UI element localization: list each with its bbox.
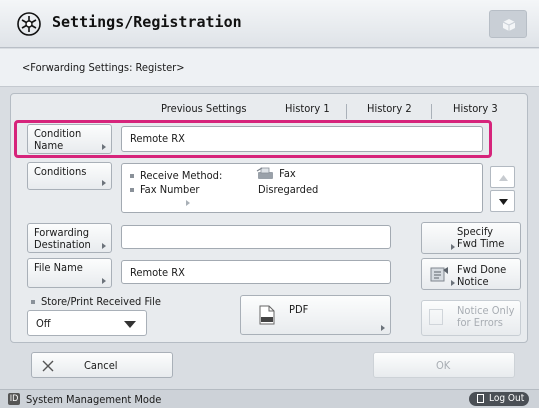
settings-registration-icon (17, 12, 41, 36)
triangle-down-icon (499, 199, 508, 205)
forwarding-destination-label-2: Destination (34, 238, 91, 251)
notice-errors-button[interactable]: Notice Only for Errors (421, 300, 521, 336)
pdf-file-icon (259, 305, 275, 325)
id-icon: ID (8, 393, 20, 405)
fwd-done-notice-button[interactable]: Fwd Done Notice (421, 258, 521, 290)
file-name-field[interactable]: Remote RX (121, 260, 391, 284)
tab-divider (346, 104, 347, 119)
conditions-row: Fax Number (130, 183, 200, 196)
status-bar: ID System Management Mode Log Out (0, 389, 539, 408)
logout-button[interactable]: Log Out (469, 392, 529, 406)
condition-value: Disregarded (258, 183, 319, 196)
notice-icon (430, 267, 448, 282)
conditions-row-value: Fax (256, 167, 296, 181)
ok-label: OK (436, 359, 451, 372)
system-mode-text: System Management Mode (26, 393, 162, 406)
subheader-text: <Forwarding Settings: Register> (22, 61, 185, 74)
specify-fwd-time-button[interactable]: Specify Fwd Time (421, 222, 521, 254)
conditions-list: Receive Method: Fax Fax Number Disregard… (121, 163, 483, 213)
store-print-select[interactable]: Off (27, 310, 147, 336)
subheader: <Forwarding Settings: Register> (0, 49, 539, 87)
cancel-button[interactable]: Cancel (31, 352, 173, 378)
file-name-button[interactable]: File Name (27, 258, 112, 288)
cancel-label: Cancel (84, 359, 118, 372)
chevron-down-icon (124, 321, 136, 328)
page-title: Settings/Registration (52, 13, 242, 31)
bullet-icon (130, 188, 134, 192)
condition-name-highlight (14, 120, 492, 158)
tab-history-1[interactable]: History 1 (285, 102, 330, 120)
condition-value: Fax (279, 167, 296, 180)
tab-history-3[interactable]: History 3 (453, 102, 498, 120)
title-menu-button[interactable] (489, 10, 527, 38)
pdf-label: PDF (289, 303, 309, 316)
arrow-right-icon (451, 244, 455, 250)
cube-icon (502, 19, 516, 31)
fax-icon (256, 167, 273, 179)
tab-previous-settings: Previous Settings (161, 102, 247, 115)
specify-fwd-time-label-2: Fwd Time (457, 237, 505, 250)
arrow-right-icon (102, 278, 106, 284)
forwarding-destination-field[interactable] (121, 225, 391, 249)
arrow-right-icon (102, 243, 106, 249)
condition-label: Receive Method: (140, 169, 223, 182)
arrow-right-icon (102, 180, 106, 186)
scroll-up-button[interactable] (490, 166, 515, 188)
file-name-label: File Name (34, 261, 83, 274)
tab-divider (431, 104, 432, 119)
notice-errors-icon (429, 309, 443, 325)
condition-label: Fax Number (140, 183, 200, 196)
arrow-right-icon (451, 280, 455, 286)
conditions-row-value: Disregarded (258, 183, 318, 196)
tab-history-2[interactable]: History 2 (367, 102, 412, 120)
title-bar: Settings/Registration (0, 0, 539, 48)
bullet-icon (31, 300, 35, 304)
triangle-up-icon (499, 175, 508, 181)
bullet-icon (130, 174, 134, 178)
forwarding-destination-button[interactable]: Forwarding Destination (27, 223, 112, 253)
pdf-button[interactable]: PDF (240, 295, 391, 335)
file-name-value: Remote RX (130, 266, 185, 279)
store-print-label: Store/Print Received File (31, 295, 161, 308)
ok-button[interactable]: OK (373, 352, 515, 378)
store-print-value: Off (36, 317, 51, 330)
expand-arrow-icon (186, 200, 190, 206)
fwd-done-notice-label-2: Notice (457, 275, 489, 288)
scroll-down-button[interactable] (490, 190, 515, 212)
logout-icon (477, 394, 484, 403)
notice-errors-label-2: for Errors (457, 316, 503, 329)
store-print-text: Store/Print Received File (41, 295, 161, 308)
arrow-right-icon (381, 325, 385, 331)
logout-label: Log Out (489, 393, 525, 404)
conditions-row: Receive Method: (130, 169, 222, 182)
conditions-label: Conditions (34, 165, 87, 178)
close-icon (42, 360, 54, 372)
conditions-button[interactable]: Conditions (27, 162, 112, 190)
